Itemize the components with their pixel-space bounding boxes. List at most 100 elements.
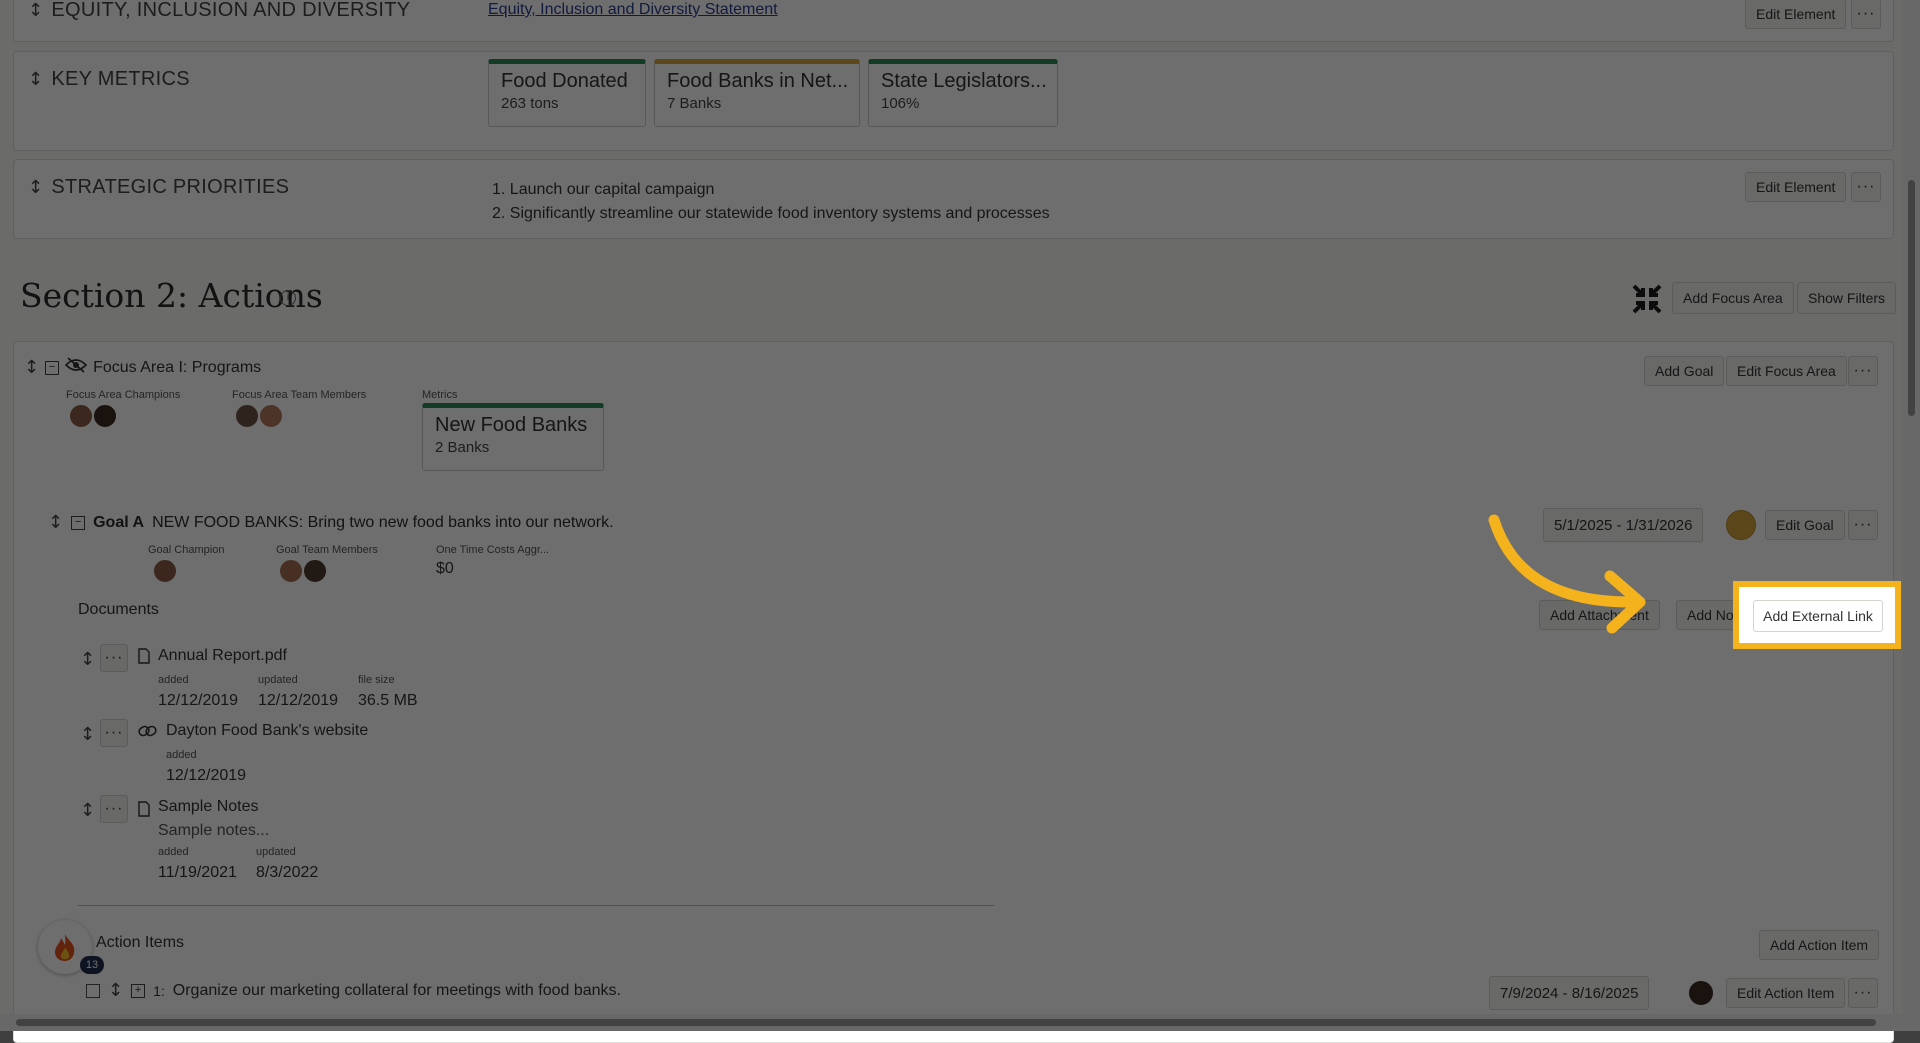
priority-item: 2. Significantly streamline our statewid…	[492, 205, 1050, 222]
highlight-frame: Add External Link	[1733, 581, 1901, 649]
edit-focus-area-button[interactable]: Edit Focus Area	[1726, 356, 1847, 386]
add-external-link-button[interactable]: Add External Link	[1753, 600, 1883, 632]
edit-action-item-button[interactable]: Edit Action Item	[1726, 978, 1846, 1008]
goal-champion-label: Goal Champion	[148, 544, 225, 556]
metric-title: New Food Banks	[435, 414, 588, 436]
collapse-icon[interactable]: −	[71, 515, 86, 530]
edit-goal-button[interactable]: Edit Goal	[1765, 510, 1845, 540]
avatar[interactable]	[152, 558, 178, 584]
file-icon	[138, 801, 150, 822]
action-checkbox[interactable]	[86, 983, 100, 998]
updated-date: 12/12/2019	[258, 692, 339, 709]
equity-statement-link[interactable]: Equity, Inclusion and Diversity Statemen…	[488, 1, 778, 19]
metric-card[interactable]: New Food Banks 2 Banks	[422, 403, 604, 471]
metric-card[interactable]: Food Donated 263 tons	[488, 59, 646, 127]
drag-handle-icon[interactable]: ↕	[80, 800, 95, 821]
info-icon[interactable]: i	[280, 290, 296, 306]
goal-team-label: Goal Team Members	[276, 544, 378, 556]
edit-element-button[interactable]: Edit Element	[1745, 0, 1847, 29]
show-filters-button[interactable]: Show Filters	[1797, 282, 1897, 314]
file-icon	[138, 648, 150, 669]
document-name[interactable]: Sample Notes	[158, 798, 259, 816]
file-size-label: file size	[358, 674, 395, 686]
file-size: 36.5 MB	[358, 692, 418, 709]
more-options-button[interactable]: ···	[1851, 172, 1881, 202]
action-item-row: ↕ + 1: Organize our marketing collateral…	[86, 980, 621, 1001]
goal-tag: Goal A	[93, 513, 145, 531]
drag-handle-icon[interactable]: ↕	[80, 649, 95, 670]
add-goal-button[interactable]: Add Goal	[1644, 356, 1725, 386]
collapse-icon[interactable]: −	[45, 360, 60, 375]
document-name[interactable]: Annual Report.pdf	[158, 647, 287, 665]
action-item-text[interactable]: Organize our marketing collateral for me…	[173, 982, 621, 1000]
added-date: 12/12/2019	[166, 767, 247, 784]
metric-value: 2 Banks	[435, 439, 490, 456]
updated-label: updated	[258, 674, 298, 686]
avatar[interactable]	[1687, 979, 1715, 1007]
add-focus-area-button[interactable]: Add Focus Area	[1672, 282, 1794, 314]
pointer-arrow-icon	[1488, 514, 1646, 634]
drag-handle-icon[interactable]: ↕	[28, 177, 43, 198]
documents-label: Documents	[78, 601, 159, 618]
expand-icon[interactable]: +	[131, 983, 146, 998]
key-metrics-row: ↕ KEY METRICS Food Donated 263 tons Food…	[13, 51, 1894, 151]
drag-handle-icon[interactable]: ↕	[108, 980, 123, 1001]
avatar[interactable]	[92, 403, 118, 429]
drag-handle-icon[interactable]: ↕	[48, 512, 63, 533]
document-name[interactable]: Dayton Food Bank's website	[166, 722, 368, 740]
metrics-label-wrap: ↕ KEY METRICS	[28, 68, 190, 91]
avatar[interactable]	[302, 558, 328, 584]
avatar[interactable]	[234, 403, 260, 429]
goal-title: NEW FOOD BANKS: Bring two new food banks…	[152, 513, 614, 531]
divider	[78, 905, 994, 906]
metric-card[interactable]: Food Banks in Net... 7 Banks	[654, 59, 860, 127]
horizontal-scrollbar[interactable]	[0, 1014, 1903, 1031]
flame-icon	[55, 934, 75, 961]
action-items-label: Action Items	[96, 934, 185, 951]
focus-area-card: ↕ − Focus Area I: Programs Add Goal Edit…	[13, 341, 1894, 1043]
drag-handle-icon[interactable]: ↕	[80, 724, 95, 745]
status-indicator[interactable]	[1726, 510, 1756, 540]
link-icon	[138, 724, 158, 743]
added-date: 12/12/2019	[158, 692, 239, 709]
more-options-button[interactable]: ···	[1851, 0, 1881, 29]
scrollbar-thumb[interactable]	[1908, 180, 1915, 416]
hidden-eye-icon[interactable]	[64, 357, 88, 378]
metric-title: State Legislators...	[881, 70, 1045, 92]
metric-title: Food Banks in Net...	[667, 70, 847, 92]
cost-label: One Time Costs Aggr...	[436, 544, 550, 556]
collapse-all-icon[interactable]	[1630, 282, 1664, 316]
drag-handle-icon[interactable]: ↕	[28, 69, 43, 90]
more-options-button[interactable]: ···	[1848, 978, 1878, 1008]
equity-label-wrap: ↕ EQUITY, INCLUSION AND DIVERSITY	[28, 0, 410, 22]
edit-element-button[interactable]: Edit Element	[1745, 172, 1847, 202]
vertical-scrollbar[interactable]	[1903, 0, 1920, 1031]
equity-row: ↕ EQUITY, INCLUSION AND DIVERSITY Equity…	[13, 0, 1894, 42]
note-preview: Sample notes...	[158, 822, 270, 839]
more-options-button[interactable]: ···	[100, 795, 128, 823]
metric-value: 263 tons	[501, 95, 559, 112]
priorities-label-wrap: ↕ STRATEGIC PRIORITIES	[28, 176, 289, 199]
action-date-range[interactable]: 7/9/2024 - 8/16/2025	[1489, 976, 1650, 1010]
metric-card[interactable]: State Legislators... 106%	[868, 59, 1058, 127]
more-options-button[interactable]: ···	[100, 719, 128, 747]
metric-value: 106%	[881, 95, 920, 112]
metric-value: 7 Banks	[667, 95, 722, 112]
added-label: added	[166, 749, 197, 761]
more-options-button[interactable]: ···	[100, 644, 128, 672]
avatar[interactable]	[68, 403, 94, 429]
drag-handle-icon[interactable]: ↕	[28, 0, 43, 21]
more-options-button[interactable]: ···	[1848, 510, 1878, 540]
avatar[interactable]	[258, 403, 284, 429]
add-action-item-button[interactable]: Add Action Item	[1759, 930, 1880, 960]
equity-label: EQUITY, INCLUSION AND DIVERSITY	[51, 0, 411, 21]
avatar[interactable]	[278, 558, 304, 584]
scrollbar-thumb[interactable]	[16, 1019, 1876, 1026]
drag-handle-icon[interactable]: ↕	[24, 357, 39, 378]
team-members-label: Focus Area Team Members	[232, 389, 367, 401]
more-options-button[interactable]: ···	[1848, 356, 1878, 386]
section-title: Section 2: Actions	[20, 276, 323, 315]
strategic-priorities-row: ↕ STRATEGIC PRIORITIES 1. Launch our cap…	[13, 159, 1894, 239]
key-metrics-label: KEY METRICS	[51, 68, 190, 90]
action-item-number: 1:	[153, 982, 165, 999]
